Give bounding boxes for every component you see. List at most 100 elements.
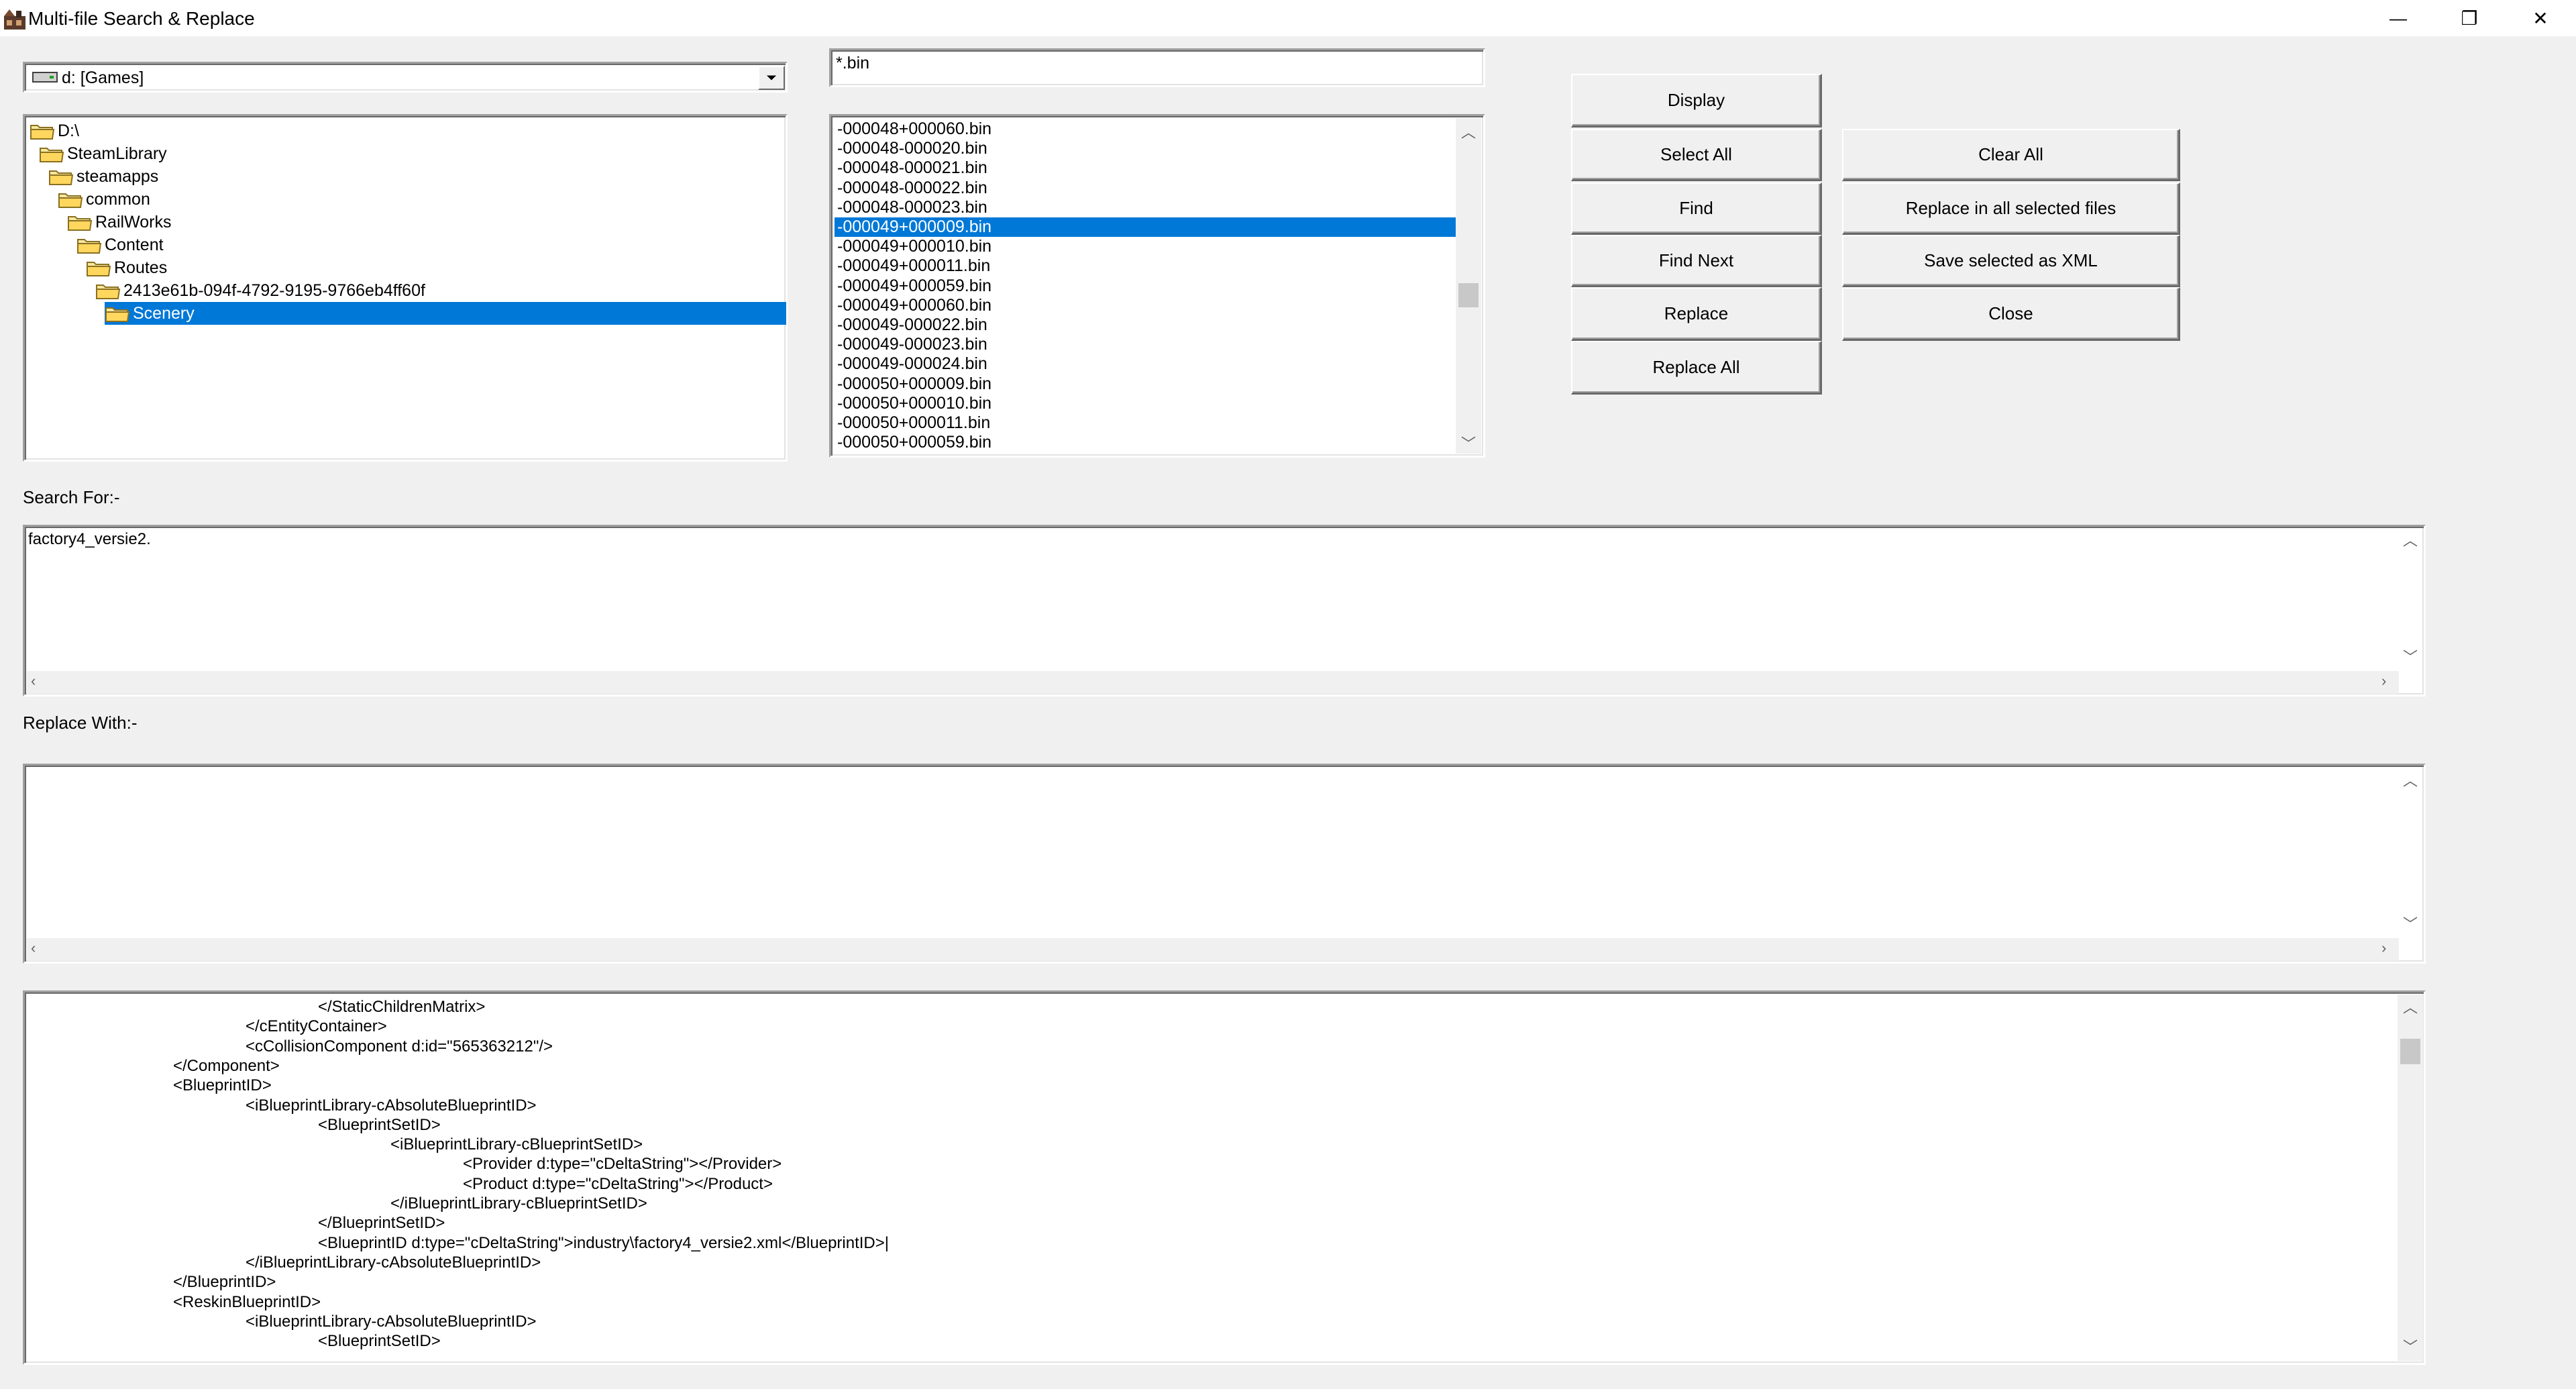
replace-scroll-up-icon[interactable]: ︿ (2403, 769, 2418, 790)
folder-tree-item[interactable]: RailWorks (67, 211, 171, 234)
folder-tree-item[interactable]: D:\ (30, 119, 79, 142)
file-list-item[interactable]: -000049+000010.bin (835, 237, 1457, 256)
close-button[interactable]: Close (1842, 287, 2180, 341)
replace-with-label: Replace With:- (23, 713, 138, 733)
content-scroll-down-icon[interactable]: ﹀ (2403, 1335, 2418, 1357)
drive-icon (32, 72, 58, 83)
search-input-value: factory4_versie2. (28, 530, 151, 548)
content-line: </iBlueprintLibrary-cBlueprintSetID> (390, 1194, 647, 1213)
content-line: <iBlueprintLibrary-cBlueprintSetID> (390, 1135, 643, 1154)
scroll-thumb[interactable] (1458, 283, 1479, 307)
file-list-item[interactable]: -000050+000011.bin (835, 413, 1457, 433)
file-list-item[interactable]: -000048-000023.bin (835, 198, 1457, 217)
file-list-item[interactable]: -000049+000011.bin (835, 256, 1457, 276)
content-line: <iBlueprintLibrary-cAbsoluteBlueprintID> (246, 1096, 537, 1115)
restore-button[interactable]: ❐ (2434, 0, 2505, 36)
file-list-item[interactable]: -000050+000009.bin (835, 374, 1457, 394)
search-scroll-right-icon[interactable]: › (2381, 672, 2386, 690)
file-list-item[interactable]: -000048+000060.bin (835, 119, 1457, 139)
search-hscrollbar[interactable] (27, 671, 2399, 694)
folder-label: 2413e61b-094f-4792-9195-9766eb4ff60f (123, 280, 425, 300)
file-list-item[interactable]: -000048-000021.bin (835, 158, 1457, 178)
file-list-item[interactable]: -000048-000022.bin (835, 178, 1457, 198)
replace-input[interactable] (23, 764, 2426, 964)
folder-label: common (86, 189, 150, 209)
file-list-item[interactable]: -000050+000010.bin (835, 394, 1457, 413)
search-scroll-left-icon[interactable]: ‹ (31, 672, 36, 690)
folder-tree-item[interactable]: Content (76, 234, 164, 256)
file-filter-input[interactable] (829, 48, 1485, 87)
folder-icon (30, 121, 55, 140)
folder-tree-item[interactable]: 2413e61b-094f-4792-9195-9766eb4ff60f (95, 279, 425, 302)
folder-label: RailWorks (95, 212, 172, 232)
folder-tree-item[interactable]: Scenery (105, 302, 786, 325)
folder-tree-item[interactable]: steamapps (48, 165, 158, 188)
folder-icon (67, 213, 93, 232)
replace-hscrollbar[interactable] (27, 938, 2399, 961)
replace-in-all-selected-button[interactable]: Replace in all selected files (1842, 183, 2180, 235)
folder-label: steamapps (76, 166, 159, 186)
replace-scroll-right-icon[interactable]: › (2381, 939, 2386, 957)
content-line: <BlueprintSetID> (318, 1115, 441, 1134)
replace-all-button[interactable]: Replace All (1571, 341, 1822, 395)
save-selected-xml-button[interactable]: Save selected as XML (1842, 235, 2180, 287)
folder-label: SteamLibrary (67, 144, 167, 163)
minimize-button[interactable]: — (2363, 0, 2434, 36)
scroll-down-icon[interactable]: ﹀ (1461, 432, 1476, 454)
clear-all-button[interactable]: Clear All (1842, 129, 2180, 181)
app-icon (4, 9, 25, 30)
content-line: </Component> (173, 1056, 280, 1075)
scroll-up-icon[interactable]: ︿ (1461, 121, 1476, 142)
content-line: <BlueprintSetID> (318, 1332, 441, 1351)
folder-tree-item[interactable]: SteamLibrary (39, 142, 167, 165)
find-button[interactable]: Find (1571, 183, 1822, 235)
minimize-icon: — (2390, 7, 2407, 28)
file-list-item[interactable]: -000049-000024.bin (835, 354, 1457, 374)
restore-icon: ❐ (2461, 7, 2478, 29)
content-scroll-up-icon[interactable]: ︿ (2403, 996, 2418, 1017)
content-line: <BlueprintID d:type="cDeltaString">indus… (318, 1233, 890, 1252)
content-line: </StaticChildrenMatrix> (318, 998, 486, 1016)
find-next-button[interactable]: Find Next (1571, 235, 1822, 287)
content-line: <iBlueprintLibrary-cAbsoluteBlueprintID> (246, 1312, 537, 1331)
folder-tree-item[interactable]: common (58, 188, 150, 211)
file-list-item[interactable]: -000049-000023.bin (835, 335, 1457, 354)
close-window-button[interactable]: ✕ (2505, 0, 2576, 36)
folder-icon (39, 144, 64, 163)
folder-tree-item[interactable]: Routes (86, 256, 167, 279)
chevron-down-icon (766, 75, 777, 81)
folder-icon (86, 258, 111, 277)
search-scroll-down-icon[interactable]: ﹀ (2403, 646, 2418, 667)
folder-label: Routes (114, 258, 168, 277)
replace-scroll-down-icon[interactable]: ﹀ (2403, 913, 2418, 934)
content-line: </cEntityContainer> (246, 1017, 387, 1036)
content-line: <Provider d:type="cDeltaString"></Provid… (463, 1155, 782, 1174)
search-scroll-up-icon[interactable]: ︿ (2403, 529, 2418, 550)
file-list-item[interactable]: -000049+000059.bin (835, 276, 1457, 296)
title-bar[interactable]: Multi-file Search & Replace — ❐ ✕ (0, 0, 2576, 36)
close-icon: ✕ (2532, 7, 2548, 29)
file-list-item[interactable]: -000050+000059.bin (835, 433, 1457, 452)
drive-select-value: d: [Games] (62, 68, 144, 87)
content-scroll-thumb[interactable] (2400, 1039, 2420, 1064)
folder-label: D:\ (58, 121, 79, 140)
drive-dropdown-button[interactable] (758, 66, 785, 90)
file-list-item[interactable]: -000049+000009.bin (835, 217, 1457, 237)
content-line: <cCollisionComponent d:id="565363212"/> (246, 1037, 553, 1056)
replace-button[interactable]: Replace (1571, 287, 1822, 341)
replace-scroll-left-icon[interactable]: ‹ (31, 939, 36, 957)
folder-icon (48, 167, 74, 186)
content-line: <Product d:type="cDeltaString"></Product… (463, 1174, 773, 1193)
folder-icon (76, 236, 102, 254)
select-all-button[interactable]: Select All (1571, 129, 1822, 181)
file-list-item[interactable]: -000048-000020.bin (835, 139, 1457, 158)
file-filter-value: *.bin (836, 54, 870, 72)
folder-label: Scenery (133, 303, 195, 323)
content-line: </BlueprintID> (173, 1273, 276, 1292)
content-line: <BlueprintID> (173, 1076, 272, 1095)
display-button[interactable]: Display (1571, 74, 1822, 127)
file-list-item[interactable]: -000049+000060.bin (835, 296, 1457, 315)
content-line: <ReskinBlueprintID> (173, 1292, 321, 1311)
file-list-item[interactable]: -000049-000022.bin (835, 315, 1457, 335)
window-title: Multi-file Search & Replace (28, 8, 255, 29)
